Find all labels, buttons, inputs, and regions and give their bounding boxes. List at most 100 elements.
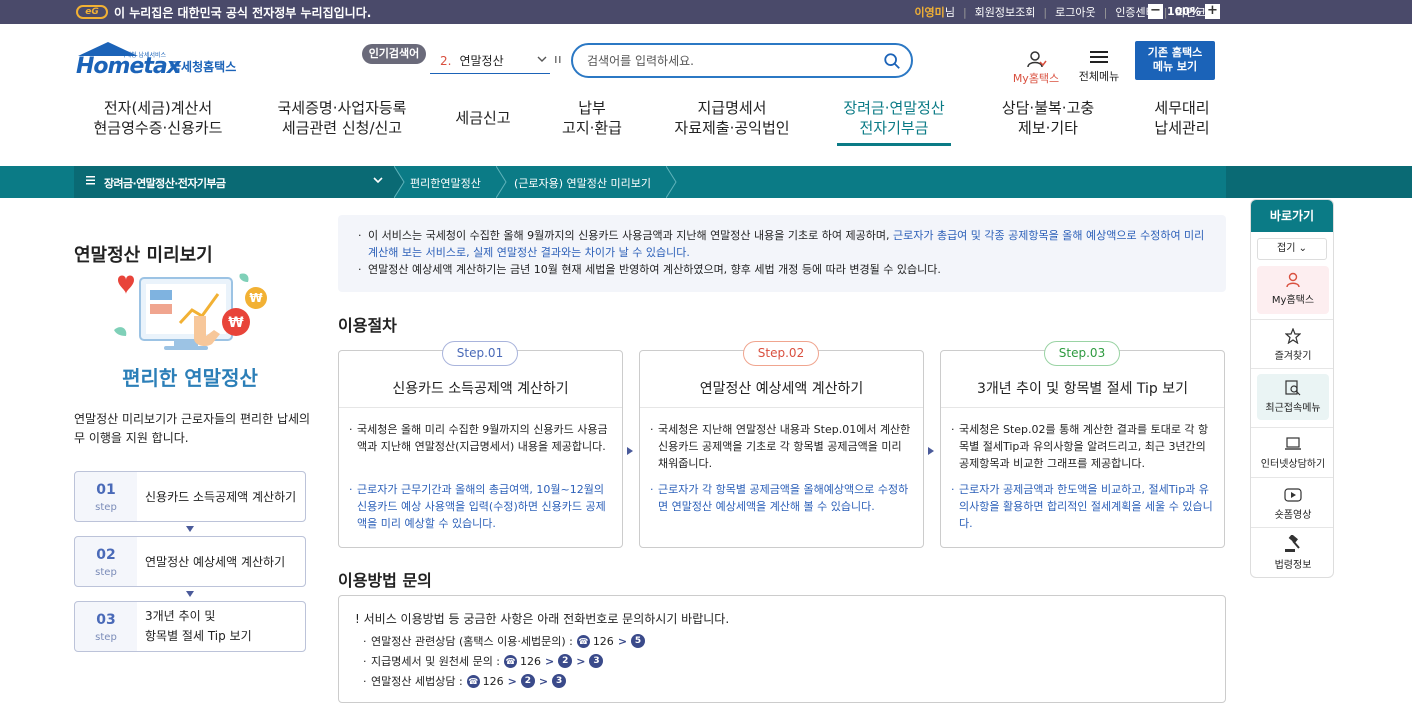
arrow-right-icon xyxy=(928,447,934,455)
quick-law-info[interactable]: 법령정보 xyxy=(1257,535,1329,571)
classic-line2: 메뉴 보기 xyxy=(1152,60,1198,73)
recent-search-icon xyxy=(1285,380,1301,396)
service-notice: 이 서비스는 국세청이 수집한 올해 9월까지의 신용카드 사용금액과 지난해 … xyxy=(338,215,1226,292)
left-step-03[interactable]: 03 step 3개년 추이 및 항목별 절세 Tip 보기 xyxy=(74,601,306,652)
svg-text:₩: ₩ xyxy=(228,315,244,331)
arrow-down-icon xyxy=(186,526,194,532)
gnb-line1: 세무대리 xyxy=(1154,99,1210,117)
breadcrumb-right-bg xyxy=(1226,166,1412,198)
quick-short-video[interactable]: 숏폼영상 xyxy=(1257,487,1329,521)
user-icon xyxy=(1027,51,1047,68)
zoom-in-button[interactable]: + xyxy=(1204,4,1220,19)
gnb-line2: 전자기부금 xyxy=(859,119,929,137)
breadcrumb-level3[interactable]: (근로자용) 연말정산 미리보기 xyxy=(514,175,651,191)
popular-search-item[interactable]: 2. 연말정산 xyxy=(430,52,550,74)
phone-number: 126 xyxy=(592,634,614,648)
chevron-right-icon: > xyxy=(538,674,549,688)
my-hometax-link[interactable]: My홈택스 xyxy=(1010,50,1062,86)
quick-label: 즐겨찾기 xyxy=(1274,351,1312,362)
gnb-item-tax-agent[interactable]: 세무대리납세관리 xyxy=(1144,98,1220,138)
classic-line1: 기존 홈택스 xyxy=(1147,46,1203,59)
chevron-down-icon[interactable] xyxy=(372,174,384,189)
page-description: 연말정산 미리보기가 근로자들의 편리한 납세의무 이행을 지원 합니다. xyxy=(74,412,311,445)
quick-menu-title: 바로가기 xyxy=(1251,200,1333,232)
pause-icon[interactable] xyxy=(553,54,563,67)
gnb-line2: 현금영수증·신용카드 xyxy=(93,119,223,137)
user-name-wrap: 이영미님 xyxy=(914,4,955,20)
chevron-right-icon: > xyxy=(545,654,555,668)
quick-label: 숏폼영상 xyxy=(1274,510,1312,521)
gnb-line1: 장려금·연말정산 xyxy=(843,99,945,117)
page-title: 연말정산 미리보기 xyxy=(74,245,213,266)
step-badge: Step.02 xyxy=(743,341,819,366)
user-icon xyxy=(1286,272,1300,288)
quick-fold-button[interactable]: 접기 ⌄ xyxy=(1257,238,1327,260)
step-word: step xyxy=(95,632,117,643)
quick-favorites[interactable]: 즐겨찾기 xyxy=(1257,328,1329,362)
divider: | xyxy=(1043,5,1048,19)
gnb-item-consulting[interactable]: 상담·불복·고충 제보·기타 xyxy=(992,98,1104,138)
step-title: 3개년 추이 및 항목별 절세 Tip 보기 xyxy=(976,381,1189,397)
notice-line-1: 이 서비스는 국세청이 수집한 올해 9월까지의 신용카드 사용금액과 지난해 … xyxy=(358,227,1206,261)
left-step-02[interactable]: 02 step 연말정산 예상세액 계산하기 xyxy=(74,536,306,587)
gavel-icon xyxy=(1285,535,1300,552)
user-suffix: 님 xyxy=(944,6,955,19)
gnb-item-payment[interactable]: 납부 고지·환급 xyxy=(552,98,632,138)
phone-number: 126 xyxy=(520,654,542,668)
member-info-link[interactable]: 회원정보조회 xyxy=(975,4,1036,20)
breadcrumb-level2[interactable]: 편리한연말정산 xyxy=(410,175,481,191)
breadcrumb-level1[interactable]: 장려금·연말정산·전자기부금 xyxy=(104,175,226,191)
step-text-1: 국세청은 Step.02를 통해 계산한 결과를 토대로 각 항목별 절세Tip… xyxy=(951,421,1213,472)
hamburger-icon xyxy=(1090,51,1108,63)
step-word: step xyxy=(95,502,117,513)
inquiry-label: 연말정산 세법상담 : xyxy=(371,675,463,688)
quick-label: My홈택스 xyxy=(1271,295,1315,306)
step-number: 03 xyxy=(96,612,116,628)
phone-icon: ☎ xyxy=(576,634,590,648)
phone-icon: ☎ xyxy=(466,674,480,688)
breadcrumb-separator-icon xyxy=(394,166,405,198)
search-icon[interactable] xyxy=(883,52,901,70)
gov-topbar: eG 이 누리집은 대한민국 공식 전자정부 누리집입니다. 이영미님 | 회원… xyxy=(0,0,1412,24)
all-menu-button[interactable]: 전체메뉴 xyxy=(1076,50,1122,84)
divider xyxy=(1251,427,1333,428)
year-end-illustration-icon: ₩ ₩ xyxy=(114,273,267,350)
menu-key: 2 xyxy=(520,674,535,688)
gnb-item-tax-report[interactable]: 세금신고 xyxy=(450,108,516,128)
classic-menu-button[interactable]: 기존 홈택스 메뉴 보기 xyxy=(1135,41,1215,80)
divider: | xyxy=(962,5,967,19)
quick-online-consult[interactable]: 인터넷상담하기 xyxy=(1257,436,1329,470)
quick-recent-menu[interactable]: 최근접속메뉴 xyxy=(1257,374,1329,420)
gov-notice: 이 누리집은 대한민국 공식 전자정부 누리집입니다. xyxy=(114,6,372,20)
menu-key: 3 xyxy=(589,654,604,668)
gnb-line1: 납부 xyxy=(578,99,606,117)
play-video-icon xyxy=(1284,488,1302,502)
search-input[interactable] xyxy=(587,51,867,71)
logout-link[interactable]: 로그아웃 xyxy=(1055,4,1095,20)
left-step-01[interactable]: 01 step 신용카드 소득공제액 계산하기 xyxy=(74,471,306,522)
inquiry-box: ! 서비스 이용방법 등 궁금한 사항은 아래 전화번호로 문의하시기 바랍니다… xyxy=(338,595,1226,703)
fold-label: 접기 xyxy=(1277,243,1296,254)
procedure-step-3: Step.03 3개년 추이 및 항목별 절세 Tip 보기 국세청은 Step… xyxy=(940,341,1225,548)
zoom-control: − 100% + xyxy=(1148,4,1220,19)
gnb-item-year-end[interactable]: 장려금·연말정산전자기부금 xyxy=(837,98,951,138)
all-menu-label: 전체메뉴 xyxy=(1078,70,1120,83)
step-label-line1: 3개년 추이 및 xyxy=(145,609,216,623)
breadcrumb-separator-icon xyxy=(666,166,677,198)
quick-my-hometax[interactable]: My홈택스 xyxy=(1257,266,1329,314)
zoom-out-button[interactable]: − xyxy=(1148,4,1163,19)
gnb-item-certificate[interactable]: 국세증명·사업자등록 세금관련 신청/신고 xyxy=(270,98,414,138)
gnb-line1: 세금신고 xyxy=(455,109,511,127)
phone-number: 126 xyxy=(482,674,504,688)
hometax-logo[interactable]: 국세청 납세서비스 Hometax 국세청홈택스 xyxy=(76,42,246,79)
gnb-line2: 자료제출·공익법인 xyxy=(674,119,790,137)
gnb-item-payment-statement[interactable]: 지급명세서 자료제출·공익법인 xyxy=(672,98,792,138)
divider xyxy=(941,407,1224,408)
gnb-line2: 납세관리 xyxy=(1154,119,1210,137)
arrow-right-icon xyxy=(627,447,633,455)
notice-line-2: 연말정산 예상세액 계산하기는 금년 10월 현재 세법을 반영하여 계산하였으… xyxy=(358,261,1206,278)
divider: | xyxy=(1103,5,1108,19)
chevron-down-icon[interactable] xyxy=(536,54,548,67)
laptop-icon xyxy=(1285,437,1301,450)
gnb-item-invoice[interactable]: 전자(세금)계산서 현금영수증·신용카드 xyxy=(88,98,228,138)
